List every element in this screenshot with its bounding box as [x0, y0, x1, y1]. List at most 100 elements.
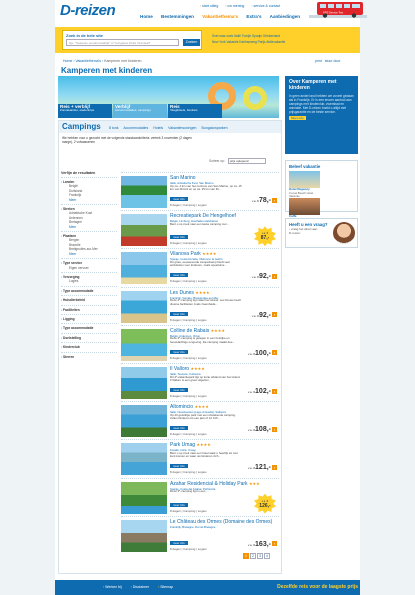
result-more-button[interactable]: meer info [170, 349, 188, 354]
result-price[interactable]: v.a. €100,- › [248, 350, 277, 357]
popular-line-2[interactable]: New York Vakantie Karlinseweg Parijs Akt… [212, 39, 357, 45]
result-more-button[interactable]: meer info [170, 197, 188, 201]
result-row[interactable]: Altomincio ★★★★ Italië, Noordoosten (Lago… [121, 401, 279, 439]
subnav-accommodaties[interactable]: Accommodaties [123, 126, 148, 130]
price-arrow-icon[interactable]: › [272, 197, 277, 203]
search-input[interactable]: bijv. "Spaanse eendenmaaltijd" of "bunga… [66, 39, 179, 46]
result-photo[interactable] [121, 176, 167, 208]
footer-werken[interactable]: Werken bij [103, 585, 122, 589]
tab-verblijf[interactable]: Verblijf Accommodaties, campings [113, 104, 167, 118]
result-photo[interactable] [121, 481, 167, 514]
page-1[interactable]: 1 [243, 553, 249, 559]
result-photo[interactable] [121, 214, 167, 247]
nav-bestemmingen[interactable]: Bestemmingen [161, 14, 194, 19]
filter-group-title[interactable]: Faciliteiten [61, 308, 117, 312]
subnav-vakantiewoningen[interactable]: Vakantiewoningen [168, 126, 196, 130]
nav-vakantiethemas[interactable]: Vakantiethema's [202, 14, 238, 19]
result-row[interactable]: Le Château des Ormes (Domaine des Ormes)… [121, 515, 279, 554]
top-link-mening[interactable]: uw mening [225, 4, 244, 8]
price-arrow-icon[interactable]: › [272, 388, 277, 394]
result-price[interactable]: v.a. €92,- › [252, 273, 277, 280]
result-more-button[interactable]: meer info [170, 235, 188, 240]
price-badge[interactable]: v.a. €126,- [254, 493, 276, 514]
filter-more-link[interactable]: Meer [61, 252, 117, 256]
sort-select[interactable]: prijs oplopend [227, 158, 266, 164]
price-arrow-icon[interactable]: › [272, 274, 277, 280]
result-more-button[interactable]: meer info [170, 388, 188, 392]
result-row[interactable]: Colline de Rabais ★★★★ België, Ardennen, … [121, 324, 279, 363]
result-row[interactable]: Recreatiepark De Hengelhoef België, Limb… [121, 210, 279, 248]
nav-extras[interactable]: Extra's [246, 14, 261, 19]
result-facts: 8 dagen | Camping | Logies [170, 317, 207, 322]
result-row[interactable]: Il Valloro ★★★★ Italië, Toscane, Follonic… [121, 363, 279, 401]
result-more-button[interactable]: meer info [170, 540, 188, 545]
send-link[interactable]: stuur door [325, 59, 341, 63]
result-more-button[interactable]: meer info [170, 464, 188, 469]
search-criteria-text: We hebben voor u gezocht met de volgende… [62, 136, 192, 144]
crumb-home[interactable]: Home [63, 59, 72, 63]
filter-group-title[interactable]: Ligging [61, 317, 117, 321]
nav-aanbiedingen[interactable]: Aanbiedingen [270, 14, 300, 19]
result-more-button[interactable]: meer info [170, 502, 188, 507]
filter-group-title[interactable]: Huisdierbeleid [61, 298, 117, 302]
result-row[interactable]: Azahar Residencial & Holiday Park ★★★ Spa… [121, 477, 279, 516]
result-price[interactable]: v.a. €163,- › [248, 541, 277, 548]
filter-group-title[interactable]: Doelstelling [61, 336, 117, 340]
filter-option[interactable]: Logies [61, 279, 117, 283]
price-arrow-icon[interactable]: › [272, 541, 277, 547]
result-row[interactable]: Les Dunes ★★★★ Frankrijk, Vendée, Bretign… [121, 286, 279, 325]
result-row[interactable]: San Marino Italië, Adriatische Kust, San… [121, 172, 279, 210]
price-badge[interactable]: v.a. €87,- [254, 226, 276, 247]
subnav-hotels[interactable]: Hotels [153, 126, 163, 130]
crumb-themas[interactable]: Vakantiethema's [75, 59, 101, 63]
result-photo[interactable] [121, 367, 167, 399]
footer-disclaimer[interactable]: Disclaimer [131, 585, 149, 589]
result-price[interactable]: v.a. €102,- › [248, 388, 277, 395]
result-row[interactable]: Vilanova Park ★★★★ Spanje, Costa Dorada, … [121, 248, 279, 286]
filter-group-title[interactable]: Sterren [61, 355, 117, 359]
price-arrow-icon[interactable]: › [272, 312, 277, 318]
result-price[interactable]: v.a. €92,- › [252, 312, 277, 319]
price-arrow-icon[interactable]: › [272, 465, 277, 471]
result-photo[interactable] [121, 519, 167, 552]
result-more-button[interactable]: meer info [170, 273, 188, 278]
page-3[interactable]: 3 [257, 553, 263, 559]
footer-links: Werken bij Disclaimer Sitemap [103, 585, 181, 589]
nav-home[interactable]: Home [140, 14, 153, 19]
result-price[interactable]: v.a. €78,- › [252, 197, 277, 204]
filter-more-link[interactable]: Meer [61, 225, 117, 229]
filter-option[interactable]: Eigen vervoer [61, 266, 117, 270]
tab-reis-verblijf[interactable]: Reis + verblijf Zonvakanties, stedentrips [58, 104, 112, 118]
top-link-uitleg[interactable]: start uitleg [200, 4, 218, 8]
page-2[interactable]: 2 [250, 553, 256, 559]
filter-group-title[interactable]: Type accommodatie [61, 289, 117, 293]
filter-group-title[interactable]: Kinderclub [61, 345, 117, 349]
price-arrow-icon[interactable]: › [272, 350, 277, 356]
price-arrow-icon[interactable]: › [272, 426, 277, 432]
tab-reis[interactable]: Reis Vliegtickets, bootreis [168, 104, 222, 118]
result-description: Deze 4*-camping ligt naast het strand. L… [170, 299, 241, 306]
filter-more-link[interactable]: Meer [61, 198, 117, 202]
result-photo[interactable] [121, 405, 167, 438]
footer-sitemap[interactable]: Sitemap [158, 585, 173, 589]
result-description: Deze 3*-camping ligt in een ... [170, 490, 209, 494]
result-photo[interactable] [121, 443, 167, 476]
top-link-service[interactable]: service & contact [251, 4, 280, 8]
filter-group-title[interactable]: Type accommodatie [61, 326, 117, 330]
subnav-bungalowparken[interactable]: Bungalowparken [201, 126, 227, 130]
page-4[interactable]: 4 [264, 553, 270, 559]
result-more-button[interactable]: meer info [170, 311, 188, 316]
result-more-button[interactable]: meer info [170, 426, 188, 431]
vakantie-item[interactable]: Hotel Regency Cocoa Beach Hotel, Vakanti… [289, 171, 320, 198]
info-more-button[interactable]: Meer info [289, 116, 306, 120]
result-photo[interactable] [121, 290, 167, 323]
main-nav: Home Bestemmingen Vakantiethema's Extra'… [140, 14, 307, 19]
result-photo[interactable] [121, 252, 167, 285]
result-row[interactable]: Park Umag ★★★★ Kroatië, Istrië, Umag Bent … [121, 439, 279, 477]
result-photo[interactable] [121, 328, 167, 361]
search-button[interactable]: Zoeken [183, 39, 200, 46]
result-price[interactable]: v.a. €108,- › [248, 426, 277, 433]
print-link[interactable]: print [315, 59, 322, 63]
logo[interactable]: D-reizen [60, 2, 116, 19]
result-price[interactable]: v.a. €121,- › [248, 464, 277, 471]
